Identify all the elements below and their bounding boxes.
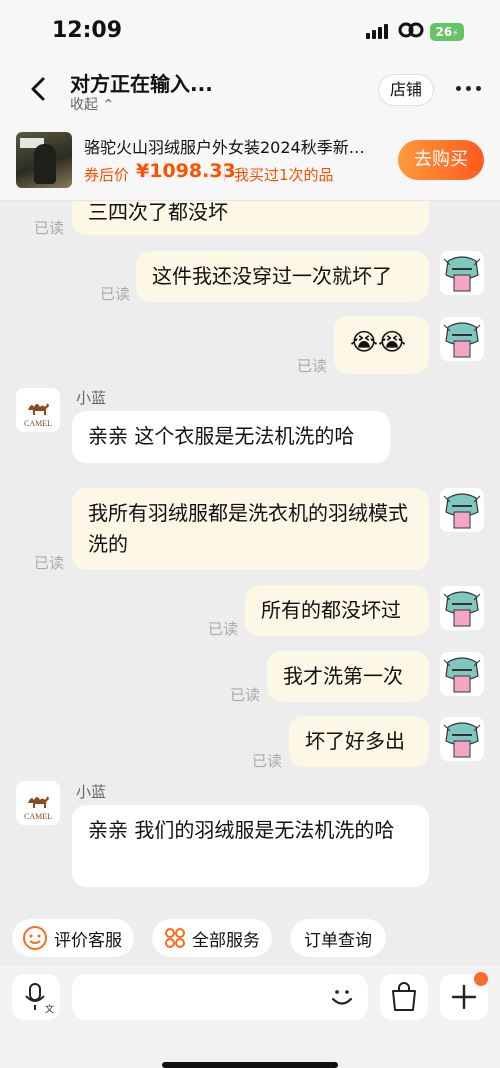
- message-bubble[interactable]: 😭😭: [334, 316, 429, 374]
- quick-actions-bar: 评价客服 全部服务 订单查询: [0, 913, 500, 965]
- message-bubble[interactable]: 亲亲 这个衣服是无法机洗的哈: [72, 411, 390, 463]
- message-bubble[interactable]: 所有的都没坏过: [245, 585, 429, 636]
- user-avatar[interactable]: [440, 717, 484, 761]
- message-bubble[interactable]: 坏了好多出: [289, 716, 429, 767]
- agent-avatar[interactable]: CAMEL: [16, 781, 60, 825]
- agent-avatar[interactable]: CAMEL: [16, 388, 60, 432]
- read-receipt: 已读: [230, 686, 261, 704]
- shop-button[interactable]: 店铺: [378, 74, 434, 106]
- message-text: 😭😭: [350, 328, 407, 356]
- grid-icon: [165, 928, 185, 948]
- smile-icon: [23, 926, 47, 950]
- voice-icon: 文: [25, 983, 54, 1015]
- camel-logo-icon: CAMEL: [24, 403, 52, 428]
- voice-button[interactable]: 文: [12, 974, 60, 1020]
- user-avatar[interactable]: [440, 488, 484, 532]
- divider: [224, 166, 225, 182]
- message-text: 亲亲 这个衣服是无法机洗的哈: [88, 424, 355, 448]
- quick-action-label: 评价客服: [54, 930, 122, 951]
- collapse-toggle[interactable]: 收起 ⌃: [70, 94, 114, 114]
- order-query-button[interactable]: 订单查询: [290, 919, 386, 957]
- product-price: ¥1098.33: [136, 160, 236, 182]
- message-text: 我所有羽绒服都是洗衣机的羽绒模式洗的: [88, 501, 408, 556]
- signal-icon: [366, 24, 388, 39]
- svg-text:CAMEL: CAMEL: [24, 419, 52, 428]
- message-bubble[interactable]: 三四次了都没坏: [72, 201, 429, 235]
- product-card[interactable]: 骆驼火山羽绒服户外女装2024秋季新… 券后价 ¥1098.33 我买过1次的品…: [0, 122, 500, 201]
- message-text: 亲亲 我们的羽绒服是无法机洗的哈: [88, 818, 395, 842]
- notification-dot: [474, 972, 488, 986]
- message-text: 这件我还没穿过一次就坏了: [152, 264, 392, 288]
- message-input[interactable]: [72, 974, 368, 1020]
- product-thumbnail[interactable]: [16, 132, 72, 188]
- bag-icon: [392, 982, 416, 1011]
- sender-name: 小蓝: [76, 389, 107, 407]
- chevron-up-icon: ⌃: [102, 97, 115, 113]
- quick-action-label: 订单查询: [304, 930, 372, 951]
- all-services-button[interactable]: 全部服务: [152, 919, 272, 957]
- read-receipt: 已读: [34, 554, 65, 572]
- message-text: 我才洗第一次: [283, 664, 403, 688]
- back-arrow-icon[interactable]: [24, 74, 54, 104]
- read-receipt: 已读: [34, 219, 65, 237]
- quick-action-label: 全部服务: [192, 930, 260, 951]
- user-avatar[interactable]: [440, 652, 484, 696]
- message-bubble[interactable]: 亲亲 我们的羽绒服是无法机洗的哈: [72, 805, 429, 887]
- read-receipt: 已读: [208, 620, 239, 638]
- user-avatar[interactable]: [440, 317, 484, 361]
- user-avatar[interactable]: [440, 586, 484, 630]
- input-bar: 文: [0, 966, 500, 1068]
- message-bubble[interactable]: 这件我还没穿过一次就坏了: [136, 251, 429, 302]
- buy-button[interactable]: 去购买: [398, 140, 484, 180]
- read-receipt: 已读: [252, 752, 283, 770]
- bought-note: 我买过1次的品: [234, 166, 334, 184]
- message-text: 坏了好多出: [305, 729, 405, 753]
- chat-area[interactable]: 三四次了都没坏 已读 这件我还没穿过一次就坏了 已读 😭😭 已读 CAMEL 小…: [0, 201, 500, 913]
- avatar-image: [443, 256, 481, 292]
- svg-text:文: 文: [45, 1003, 54, 1015]
- emoji-icon[interactable]: [328, 983, 356, 1011]
- read-receipt: 已读: [100, 285, 131, 303]
- status-time: 12:09: [52, 18, 123, 43]
- status-bar: 12:09 26⚡: [0, 0, 500, 62]
- chat-title: 对方正在输入...: [70, 72, 213, 96]
- avatar-image: [443, 493, 481, 529]
- product-bag-button[interactable]: [380, 974, 428, 1020]
- price-label: 券后价: [84, 166, 130, 184]
- message-bubble[interactable]: 我所有羽绒服都是洗衣机的羽绒模式洗的: [72, 488, 429, 570]
- svg-text:CAMEL: CAMEL: [24, 812, 52, 821]
- rate-service-button[interactable]: 评价客服: [12, 919, 134, 957]
- read-receipt: 已读: [297, 357, 328, 375]
- home-indicator: [162, 1062, 338, 1068]
- message-bubble[interactable]: 我才洗第一次: [267, 651, 429, 702]
- message-text: 三四次了都没坏: [88, 201, 228, 224]
- camel-logo-icon: CAMEL: [24, 796, 52, 821]
- product-name: 骆驼火山羽绒服户外女装2024秋季新…: [84, 138, 365, 157]
- collapse-label: 收起: [70, 97, 98, 113]
- link-icon: [398, 22, 424, 38]
- sender-name: 小蓝: [76, 783, 107, 801]
- chat-header: 对方正在输入... 收起 ⌃ 店铺: [0, 62, 500, 122]
- battery-indicator: 26⚡: [430, 23, 464, 41]
- avatar-image: [443, 722, 481, 758]
- avatar-image: [443, 657, 481, 693]
- message-text: 所有的都没坏过: [261, 598, 401, 622]
- user-avatar[interactable]: [440, 251, 484, 295]
- avatar-image: [443, 322, 481, 358]
- more-icon[interactable]: [456, 86, 481, 91]
- avatar-image: [443, 591, 481, 627]
